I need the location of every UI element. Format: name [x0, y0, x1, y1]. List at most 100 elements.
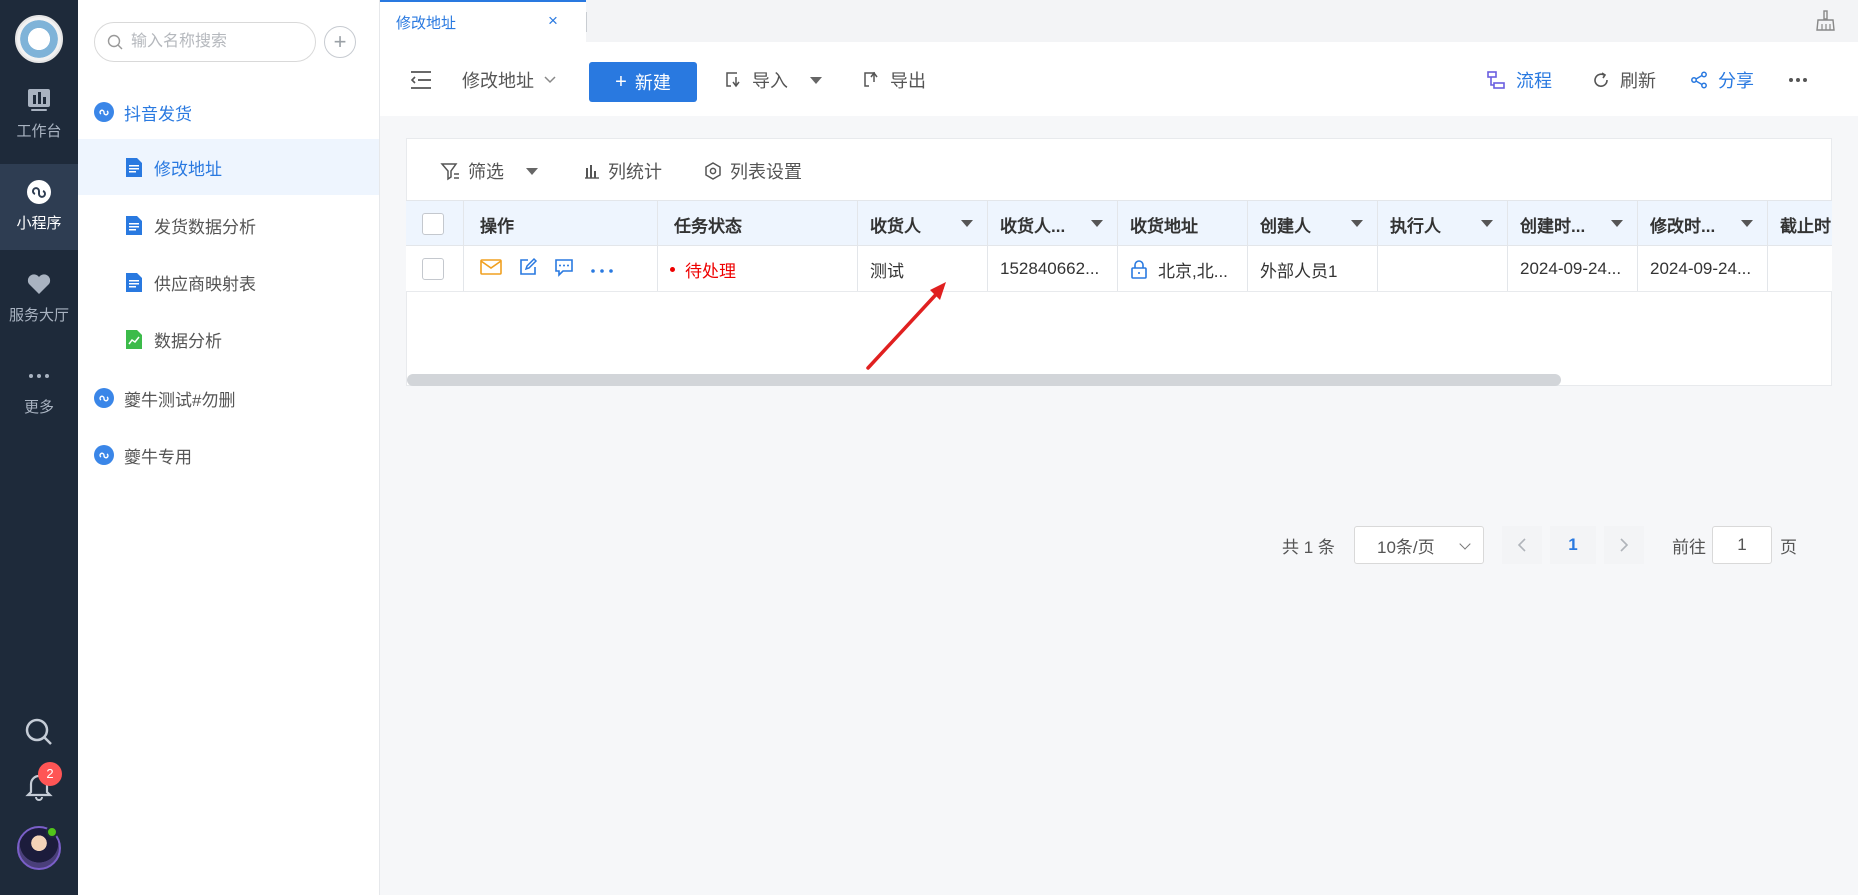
- goto-label: 前往: [1672, 526, 1706, 564]
- tree-item-shipping-analysis[interactable]: 发货数据分析: [78, 197, 379, 253]
- add-button[interactable]: +: [324, 26, 356, 58]
- mini-program-icon: [94, 102, 114, 122]
- edit-icon[interactable]: [518, 257, 538, 282]
- col-header-label: 任务状态: [674, 216, 742, 236]
- rail-item-workbench[interactable]: 工作台: [0, 72, 78, 158]
- share-button[interactable]: 分享: [1690, 62, 1754, 98]
- filter-label: 筛选: [468, 162, 504, 182]
- document-icon: [126, 215, 142, 235]
- next-page-button[interactable]: [1604, 526, 1644, 564]
- table-row[interactable]: 待处理 测试 152840662... 北京,北... 外部人员1 2024-0…: [406, 246, 1832, 292]
- caret-down-icon[interactable]: [526, 167, 538, 175]
- tree-item-label: 数据分析: [154, 331, 222, 351]
- flow-icon: [1487, 71, 1505, 89]
- mini-program-icon: [94, 445, 114, 465]
- mail-icon[interactable]: [480, 258, 502, 281]
- more-button[interactable]: [1788, 62, 1818, 98]
- chevron-right-icon: [1620, 538, 1629, 552]
- menu-collapse-icon: [410, 71, 431, 89]
- column-stats-button[interactable]: 列统计: [584, 158, 662, 184]
- import-button[interactable]: 导入: [724, 62, 822, 98]
- select-all-cell: [406, 201, 464, 245]
- tree-item-modify-address[interactable]: 修改地址: [78, 139, 379, 195]
- row-checkbox[interactable]: [422, 258, 444, 280]
- col-header-label: 创建人: [1260, 216, 1311, 236]
- page-suffix-text: 页: [1780, 537, 1797, 557]
- select-all-checkbox[interactable]: [422, 213, 444, 235]
- list-settings-button[interactable]: 列表设置: [704, 158, 802, 184]
- pagination-total: 共 1 条: [1282, 526, 1335, 564]
- filter-bar: 筛选 列统计 列表设置: [406, 138, 1832, 200]
- tab-label: 修改地址: [396, 15, 457, 32]
- export-button[interactable]: 导出: [862, 62, 926, 98]
- page-number: 1: [1568, 535, 1578, 554]
- view-selector[interactable]: 修改地址: [462, 62, 556, 98]
- caret-down-icon[interactable]: [1611, 220, 1623, 227]
- horizontal-scrollbar[interactable]: [407, 374, 1561, 386]
- toggle-sidebar-button[interactable]: [410, 62, 442, 98]
- rail-item-label: 服务大厅: [8, 307, 69, 324]
- tree-group-kuiniu-special[interactable]: 夔牛专用: [94, 437, 192, 473]
- rail-item-service-hall[interactable]: 服务大厅: [0, 256, 78, 342]
- status-dot: [670, 266, 675, 272]
- col-header-deadline[interactable]: 截止时: [1768, 201, 1832, 245]
- col-header-label: 创建时...: [1520, 216, 1586, 236]
- caret-down-icon[interactable]: [1091, 220, 1103, 227]
- search-input[interactable]: [131, 31, 307, 53]
- rail-item-more[interactable]: 更多: [0, 348, 78, 434]
- col-header-status[interactable]: 任务状态: [658, 201, 858, 245]
- share-icon: [1691, 71, 1707, 89]
- notification-badge: 2: [38, 762, 62, 786]
- col-header-executor[interactable]: 执行人: [1378, 201, 1508, 245]
- caret-down-icon[interactable]: [1351, 220, 1363, 227]
- row-select-cell: [406, 246, 464, 291]
- sidebar: + 抖音发货 修改地址 发货数据分析 供应商映射表 数据分析 夔牛测试#勿删 夔…: [78, 0, 380, 895]
- tree-item-data-analysis[interactable]: 数据分析: [78, 311, 379, 367]
- new-button[interactable]: + 新建: [589, 62, 697, 102]
- rail-item-mini-program[interactable]: 小程序: [0, 164, 78, 250]
- prev-page-button[interactable]: [1502, 526, 1542, 564]
- col-header-created[interactable]: 创建时...: [1508, 201, 1638, 245]
- page-size-select[interactable]: 10条/页: [1354, 526, 1484, 564]
- row-deadline-cell: [1768, 246, 1832, 291]
- row-creator-cell: 外部人员1: [1248, 246, 1378, 291]
- more-dots-icon[interactable]: [590, 259, 614, 279]
- refresh-button[interactable]: 刷新: [1592, 62, 1656, 98]
- app-logo[interactable]: [15, 15, 63, 63]
- cell-text: 北京,北...: [1158, 261, 1228, 281]
- tree-group-kuiniu-test[interactable]: 夔牛测试#勿删: [94, 380, 235, 416]
- refresh-label: 刷新: [1620, 71, 1656, 91]
- col-header-address[interactable]: 收货地址: [1118, 201, 1248, 245]
- caret-down-icon[interactable]: [810, 76, 822, 84]
- document-icon: [126, 157, 142, 177]
- col-header-receiver[interactable]: 收货人: [858, 201, 988, 245]
- col-header-creator[interactable]: 创建人: [1248, 201, 1378, 245]
- column-stats-label: 列统计: [608, 162, 662, 182]
- view-name: 修改地址: [462, 71, 534, 91]
- caret-down-icon[interactable]: [1481, 220, 1493, 227]
- comment-icon[interactable]: [554, 257, 574, 282]
- cell-text: 152840662...: [1000, 259, 1100, 278]
- row-created-cell: 2024-09-24...: [1508, 246, 1638, 291]
- close-icon[interactable]: ×: [548, 11, 558, 31]
- flow-button[interactable]: 流程: [1486, 62, 1552, 98]
- goto-page-input[interactable]: [1712, 526, 1772, 564]
- chevron-down-icon: [1459, 538, 1471, 550]
- caret-down-icon[interactable]: [961, 220, 973, 227]
- page-number-current[interactable]: 1: [1550, 526, 1596, 564]
- tree-item-label: 发货数据分析: [154, 217, 256, 237]
- caret-down-icon[interactable]: [1741, 220, 1753, 227]
- app-rail: 工作台 小程序 服务大厅 更多 2: [0, 0, 78, 895]
- col-header-modified[interactable]: 修改时...: [1638, 201, 1768, 245]
- tree-item-supplier-map[interactable]: 供应商映射表: [78, 254, 379, 310]
- tab-modify-address[interactable]: 修改地址 ×: [380, 0, 586, 42]
- search-icon[interactable]: [23, 716, 55, 748]
- col-header-receiver-phone[interactable]: 收货人...: [988, 201, 1118, 245]
- list-settings-label: 列表设置: [730, 162, 802, 182]
- more-dots-icon: [1789, 78, 1807, 82]
- share-label: 分享: [1718, 71, 1754, 91]
- row-phone-cell: 152840662...: [988, 246, 1118, 291]
- broom-icon[interactable]: [1814, 10, 1836, 32]
- tree-group-douyin[interactable]: 抖音发货: [94, 94, 192, 130]
- filter-button[interactable]: 筛选: [440, 158, 538, 184]
